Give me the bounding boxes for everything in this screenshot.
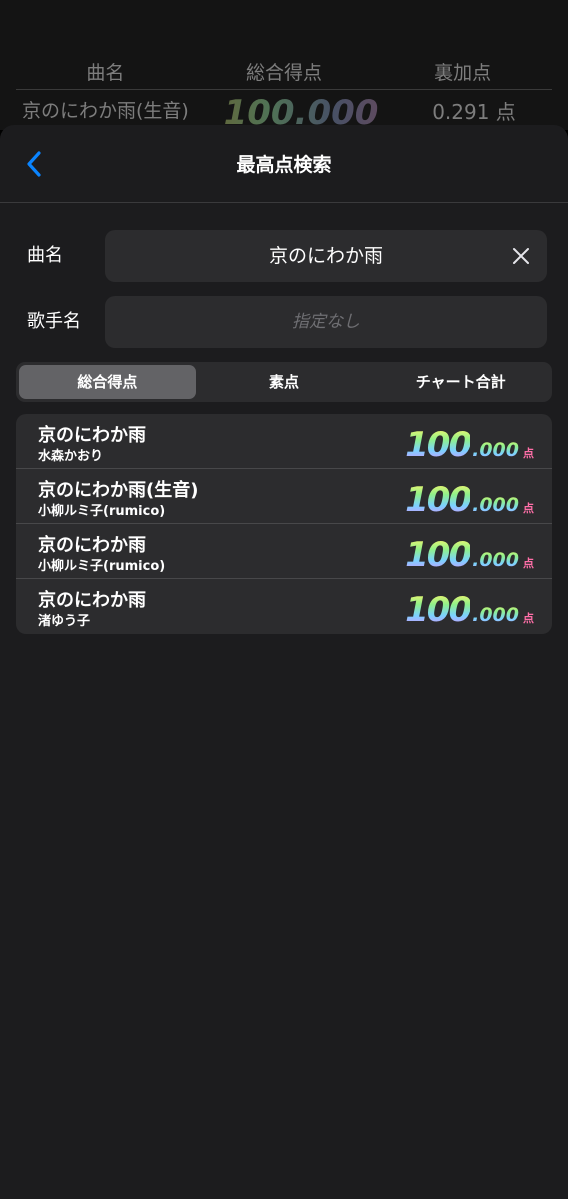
clear-button[interactable]: [509, 244, 533, 268]
score-integer: 100: [405, 480, 472, 520]
song-title: 京のにわか雨(生音): [38, 480, 199, 501]
artist-name: 小柳ルミ子(rumico): [38, 504, 166, 519]
close-icon: [513, 248, 529, 264]
score-unit: 点: [523, 557, 534, 570]
score-integer: 100: [405, 535, 472, 575]
score-type-segmented-control: 総合得点 素点 チャート合計: [16, 362, 552, 402]
background-table-header: 曲名 総合得点 裏加点: [16, 58, 552, 90]
header-song: 曲名: [86, 62, 125, 84]
score-decimal: .000: [472, 604, 519, 626]
score-decimal: .000: [472, 549, 519, 571]
score-unit: 点: [523, 502, 534, 515]
score-decimal: .000: [472, 494, 519, 516]
score-display: 100 .000 点: [405, 588, 534, 628]
artist-input[interactable]: 指定なし: [105, 296, 547, 348]
artist-input-placeholder: 指定なし: [292, 312, 360, 332]
search-sheet: 最高点検索 曲名 京のにわか雨 歌手名 指定なし 総合得点 素点 チャート合計 …: [0, 125, 568, 1199]
segment-total-score[interactable]: 総合得点: [19, 365, 196, 399]
segment-chart-total[interactable]: チャート合計: [372, 365, 549, 399]
list-item[interactable]: 京のにわか雨 渚ゆう子 100 .000 点: [16, 579, 552, 634]
song-title: 京のにわか雨: [38, 590, 146, 611]
score-display: 100 .000 点: [405, 533, 534, 573]
song-field-row: 曲名 京のにわか雨: [0, 230, 568, 282]
list-item[interactable]: 京のにわか雨 水森かおり 100 .000 点: [16, 414, 552, 469]
song-title: 京のにわか雨: [38, 535, 146, 556]
score-display: 100 .000 点: [405, 423, 534, 463]
song-input[interactable]: 京のにわか雨: [105, 230, 547, 282]
results-list: 京のにわか雨 水森かおり 100 .000 点 京のにわか雨(生音) 小柳ルミ子…: [16, 414, 552, 634]
header-bonus: 裏加点: [434, 62, 492, 84]
song-label: 曲名: [27, 245, 63, 266]
nav-bar: 最高点検索: [0, 125, 568, 203]
score-integer: 100: [405, 590, 472, 630]
score-unit: 点: [523, 447, 534, 460]
segment-raw-score[interactable]: 素点: [196, 365, 373, 399]
score-decimal: .000: [472, 439, 519, 461]
artist-name: 小柳ルミ子(rumico): [38, 559, 166, 574]
song-title: 京のにわか雨: [38, 425, 146, 446]
score-display: 100 .000 点: [405, 478, 534, 518]
list-item[interactable]: 京のにわか雨 小柳ルミ子(rumico) 100 .000 点: [16, 524, 552, 579]
page-title: 最高点検索: [236, 154, 332, 176]
background-song: 京のにわか雨(生音): [22, 100, 189, 122]
artist-name: 渚ゆう子: [38, 614, 91, 629]
artist-name: 水森かおり: [38, 449, 104, 464]
header-total-score: 総合得点: [246, 62, 323, 84]
background-bonus: 0.291 点: [432, 100, 516, 124]
song-input-value: 京のにわか雨: [268, 245, 383, 267]
artist-field-row: 歌手名 指定なし: [0, 296, 568, 348]
artist-label: 歌手名: [27, 311, 81, 332]
score-unit: 点: [523, 612, 534, 625]
score-integer: 100: [405, 425, 472, 465]
background-results-table: 曲名 総合得点 裏加点 京のにわか雨(生音) 100.000 0.291 点: [0, 0, 568, 130]
list-item[interactable]: 京のにわか雨(生音) 小柳ルミ子(rumico) 100 .000 点: [16, 469, 552, 524]
